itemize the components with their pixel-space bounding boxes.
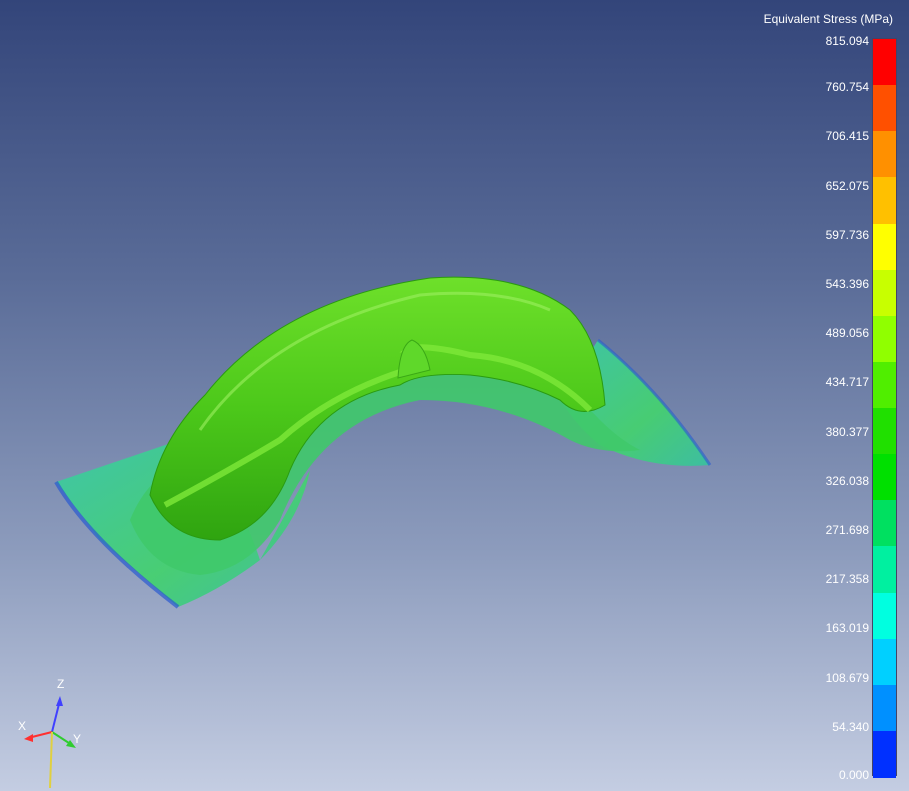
legend-tick-label: 652.075 [825, 178, 869, 193]
legend-tick-label: 706.415 [825, 129, 869, 144]
legend-band [873, 315, 896, 363]
legend-tick-label: 163.019 [825, 621, 869, 636]
legend-tick-label: 434.717 [825, 375, 869, 390]
legend-tick-label: 271.698 [825, 523, 869, 537]
legend-tick-label: 380.377 [825, 424, 869, 439]
legend-band [873, 500, 896, 547]
legend-band [873, 454, 896, 501]
legend-tick-label: 326.038 [825, 473, 869, 488]
legend-band [873, 684, 896, 732]
z-axis-label: Z [57, 677, 64, 691]
legend-tick-label: 815.094 [825, 34, 869, 48]
legend-band [873, 638, 896, 686]
legend-title: Equivalent Stress (MPa) [763, 12, 893, 26]
legend-band [873, 177, 896, 224]
legend-band [873, 730, 896, 778]
legend-tick-label: 760.754 [825, 80, 869, 95]
legend-tick-label: 489.056 [825, 326, 869, 341]
legend-tick-label: 597.736 [825, 227, 869, 242]
legend-tick-label: 54.340 [832, 719, 869, 734]
legend-tick-label: 0.000 [838, 768, 869, 782]
legend-tick-label: 217.358 [825, 572, 869, 587]
legend-band [873, 546, 896, 593]
legend-tick-label: 108.679 [825, 670, 869, 685]
legend-band [873, 223, 896, 271]
legend-band [873, 408, 896, 455]
legend-band [873, 131, 896, 178]
legend-band [873, 39, 896, 86]
legend-band [873, 361, 896, 409]
legend-tick-label: 543.396 [825, 277, 869, 291]
legend-band [873, 269, 896, 317]
legend-color-bar [872, 38, 897, 778]
y-axis-label: Y [73, 732, 81, 746]
legend-band [873, 85, 896, 132]
model-viewport[interactable] [0, 0, 909, 791]
axis-triad: Z X Y [18, 677, 81, 789]
legend-band [873, 592, 896, 640]
x-axis-label: X [18, 719, 26, 733]
